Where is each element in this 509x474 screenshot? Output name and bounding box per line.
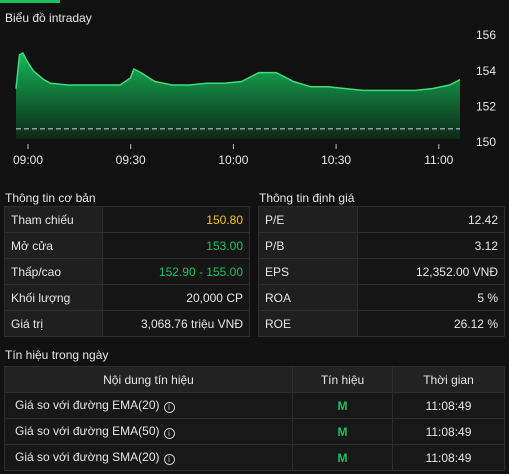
signals-header-row: Nội dung tín hiệu Tín hiệu Thời gian: [4, 366, 505, 393]
open-price-value: 153.00: [102, 232, 250, 259]
basic-info-label: Thấp/cao: [4, 258, 103, 285]
basic-info-label: Tham chiếu: [4, 206, 103, 233]
signal-header: Tín hiệu: [292, 366, 393, 393]
valuation-info-row: ROA 5 %: [258, 284, 505, 311]
signal-value: M: [292, 392, 393, 419]
valuation-info-row: EPS 12,352.00 VNĐ: [258, 258, 505, 285]
valuation-info-label: ROA: [258, 284, 358, 311]
basic-info-row: Tham chiếu 150.80: [4, 206, 250, 233]
basic-info-label: Mở cửa: [4, 232, 103, 259]
reference-price-value: 150.80: [102, 206, 250, 233]
y-tick-label: 152: [476, 99, 496, 113]
info-icon[interactable]: i: [163, 428, 175, 439]
signal-content-text: Giá so với đường EMA(50): [15, 424, 160, 438]
roe-value: 26.12 %: [357, 310, 505, 337]
valuation-info-table: P/E 12.42 P/B 3.12 EPS 12,352.00 VNĐ ROA…: [258, 206, 505, 337]
basic-info-label: Khối lượng: [4, 284, 103, 311]
info-icon[interactable]: i: [163, 402, 175, 413]
signal-content-cell: Giá so với đường EMA(20) i: [4, 392, 293, 419]
info-icon[interactable]: i: [163, 454, 175, 465]
signal-row: Giá so với đường SMA(20) i M 11:08:49: [4, 444, 505, 471]
signal-value: M: [292, 444, 393, 471]
eps-value: 12,352.00 VNĐ: [357, 258, 505, 285]
valuation-info-row: P/B 3.12: [258, 232, 505, 259]
x-tick-label: 09:00: [13, 153, 43, 167]
volume-value: 20,000 CP: [102, 284, 250, 311]
valuation-info-title: Thông tin định giá: [259, 191, 355, 205]
valuation-info-label: P/B: [258, 232, 358, 259]
basic-info-row: Khối lượng 20,000 CP: [4, 284, 250, 311]
signal-time: 11:08:49: [392, 392, 505, 419]
signal-row: Giá so với đường EMA(50) i M 11:08:49: [4, 418, 505, 445]
basic-info-title: Thông tin cơ bản: [5, 191, 96, 205]
valuation-info-row: ROE 26.12 %: [258, 310, 505, 337]
price-area: [16, 53, 460, 139]
y-tick-label: 154: [476, 64, 496, 78]
valuation-info-label: P/E: [258, 206, 358, 233]
x-tick-label: 10:00: [218, 153, 248, 167]
signal-content-text: Giá so với đường SMA(20): [15, 450, 160, 464]
x-tick-label: 09:30: [116, 153, 146, 167]
x-tick-label: 11:00: [424, 153, 453, 167]
basic-info-table: Tham chiếu 150.80 Mở cửa 153.00 Thấp/cao…: [4, 206, 250, 337]
low-high-value: 152.90 - 155.00: [102, 258, 250, 285]
valuation-info-label: EPS: [258, 258, 358, 285]
signal-row: Giá so với đường EMA(20) i M 11:08:49: [4, 392, 505, 419]
signal-content-cell: Giá so với đường EMA(50) i: [4, 418, 293, 445]
basic-info-row: Giá trị 3,068.76 triệu VNĐ: [4, 310, 250, 337]
basic-info-row: Thấp/cao 152.90 - 155.00: [4, 258, 250, 285]
roa-value: 5 %: [357, 284, 505, 311]
signal-time: 11:08:49: [392, 418, 505, 445]
basic-info-row: Mở cửa 153.00: [4, 232, 250, 259]
signals-table: Nội dung tín hiệu Tín hiệu Thời gian Giá…: [4, 366, 505, 471]
pe-value: 12.42: [357, 206, 505, 233]
signal-time: 11:08:49: [392, 444, 505, 471]
signal-time-header: Thời gian: [392, 366, 505, 393]
intraday-chart: 156 154 152 150 09:00 09:30 10:00 10:30 11:00: [13, 28, 496, 167]
y-tick-label: 150: [476, 135, 496, 149]
trade-value-value: 3,068.76 triệu VNĐ: [102, 310, 250, 337]
valuation-info-label: ROE: [258, 310, 358, 337]
x-tick-label: 10:30: [321, 153, 351, 167]
signal-content-text: Giá so với đường EMA(20): [15, 398, 160, 412]
pb-value: 3.12: [357, 232, 505, 259]
signals-title: Tín hiệu trong ngày: [5, 348, 109, 362]
signal-value: M: [292, 418, 393, 445]
basic-info-label: Giá trị: [4, 310, 103, 337]
y-tick-label: 156: [476, 28, 496, 42]
valuation-info-row: P/E 12.42: [258, 206, 505, 233]
signal-content-header: Nội dung tín hiệu: [4, 366, 293, 393]
signal-content-cell: Giá so với đường SMA(20) i: [4, 444, 293, 471]
